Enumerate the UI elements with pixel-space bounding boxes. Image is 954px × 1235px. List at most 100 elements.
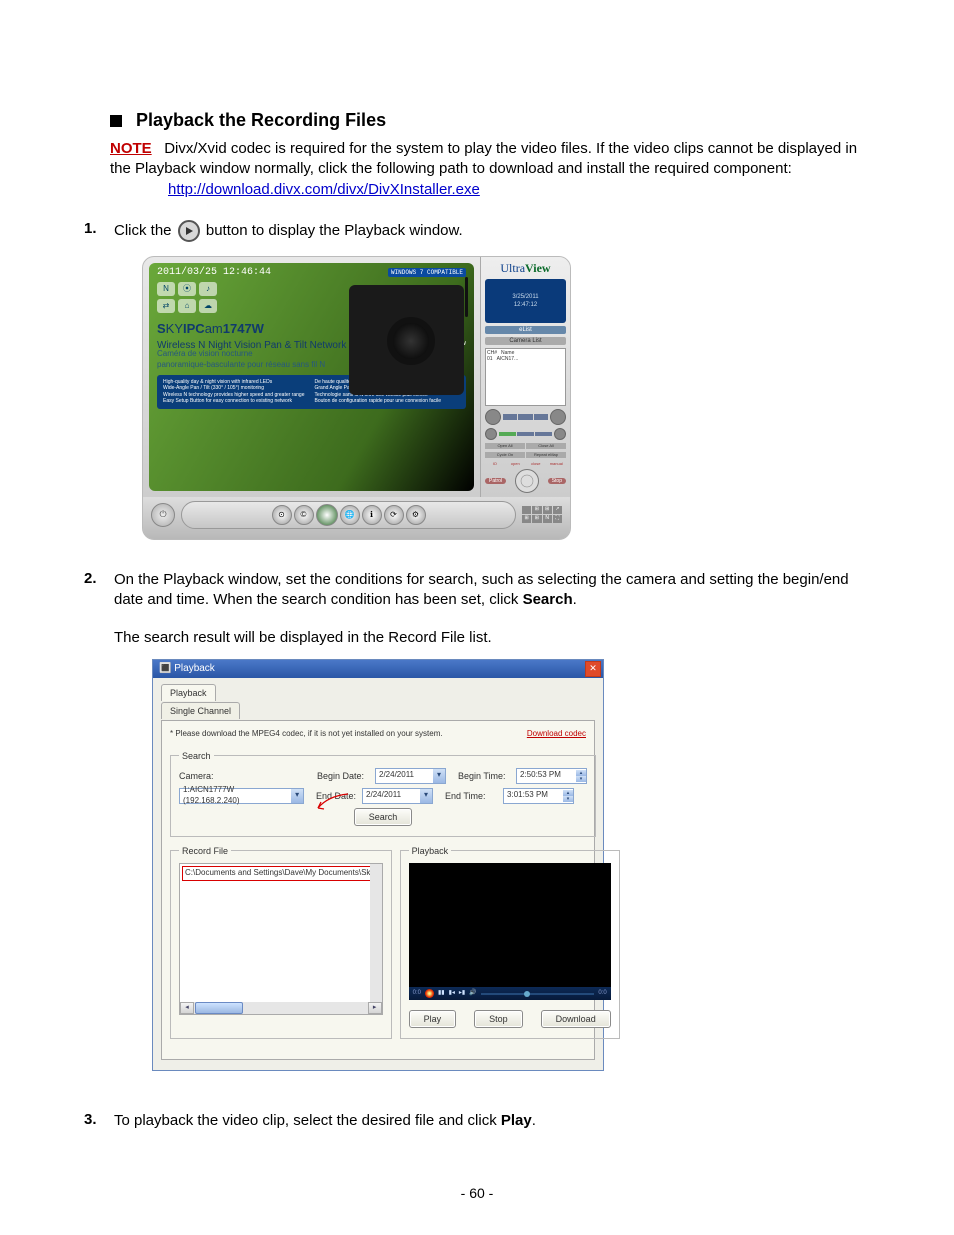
seek-track[interactable] [481,993,595,995]
step-3: 3. To playback the video clip, select th… [84,1111,874,1131]
dialog-titlebar: 🔳 Playback ✕ [153,660,603,678]
patrol-button[interactable]: Patrol [485,478,506,484]
pause-icon[interactable]: ▮▮ [438,989,445,997]
search-button[interactable]: Search [354,808,413,826]
end-time-label: End Time: [445,790,497,802]
mute-icon[interactable] [554,428,566,440]
panel-mini-buttons[interactable]: Open AllClose All [485,443,566,449]
download-codec-link[interactable]: Download codec [527,729,586,740]
bottom-toolbar: ⊙ © 🌐 ℹ ⟳ ⚙ [181,501,516,529]
chevron-down-icon: ▾ [291,789,303,803]
begin-time-spinner[interactable]: 2:50:53 PM ▴▾ [516,768,587,784]
scroll-thumb[interactable] [195,1002,243,1014]
scroll-left-icon[interactable]: ◂ [180,1002,194,1014]
camera-select[interactable]: 1:AICN1777W (192.168.2.240)▾ [179,788,304,804]
power-icon[interactable]: ⏻ [151,503,175,527]
zoom-control[interactable] [485,409,566,425]
record-file-list[interactable]: C:\Documents and Settings\Dave\My Docume… [179,863,383,1015]
step-1-text-a: Click the [114,222,176,239]
io-labels: IOopenclosemanual [485,461,566,466]
play-keyword: Play [501,1112,532,1129]
note-label: NOTE [110,140,152,157]
spin-down-icon: ▾ [563,796,573,802]
search-fieldset: Search Camera: Begin Date: [170,750,596,837]
step-2-sub: The search result will be displayed in t… [114,628,874,648]
close-icon[interactable]: ✕ [585,661,601,677]
zoom-in-icon[interactable] [550,409,566,425]
bar-time-left: 0:0 [413,989,421,997]
video-preview [409,863,611,987]
ultraview-logo: UltraView [485,261,566,276]
tab-playback[interactable]: Playback [161,684,216,701]
tab-single-channel[interactable]: Single Channel [161,702,240,719]
camera-device-image [349,285,464,395]
volume-control[interactable] [485,428,566,440]
horizontal-scrollbar[interactable]: ◂ ▸ [180,1002,382,1014]
begin-time-label: Begin Time: [458,770,510,782]
toolbar-icon[interactable]: ⟳ [384,505,404,525]
step-3-text: To playback the video clip, select the d… [114,1112,501,1129]
playback-button-icon [178,220,200,242]
search-legend: Search [179,750,214,762]
record-file-item[interactable]: C:\Documents and Settings\Dave\My Docume… [182,866,380,881]
spin-down-icon: ▾ [576,776,586,782]
playback-legend: Playback [409,845,452,857]
camera-list-table[interactable]: CH#Name 01AICN17... [485,348,566,406]
section-heading: Playback the Recording Files [110,110,874,131]
ultraview-screenshot: 2011/03/25 12:46:44 WINDOWS 7 COMPATIBLE… [142,256,571,540]
step-2-text: On the Playback window, set the conditio… [114,571,849,608]
camera-label: Camera: [179,770,231,782]
dialog-title: 🔳 Playback [159,662,215,676]
stop-button[interactable]: Stop [474,1010,523,1028]
camera-timestamp: 2011/03/25 12:46:44 [157,267,271,278]
elist-button[interactable]: eList [485,326,566,334]
camera-preview: 2011/03/25 12:46:44 WINDOWS 7 COMPATIBLE… [149,263,474,491]
page-number: - 60 - [0,1185,954,1201]
note-text: Divx/Xvid codec is required for the syst… [110,140,857,177]
bullet-square-icon [110,115,122,127]
stop-button[interactable]: Stop [548,478,566,484]
panel-mini-buttons-2[interactable]: Cycle OnRepeat eMap [485,452,566,458]
ptz-wheel-icon[interactable] [515,469,539,493]
scroll-right-icon[interactable]: ▸ [368,1002,382,1014]
download-button[interactable]: Download [541,1010,611,1028]
chevron-down-icon: ▾ [433,769,445,783]
play-icon[interactable] [316,504,338,526]
codec-message: * Please download the MPEG4 codec, if it… [170,729,443,740]
codec-download-link[interactable]: http://download.divx.com/divx/DivXInstal… [168,181,480,198]
layout-grid-icons[interactable]: ⊞⊞↗ ⊞⊞N⛶ [522,506,562,523]
toolbar-icon[interactable]: 🌐 [340,505,360,525]
begin-date-picker[interactable]: 2/24/2011▾ [375,768,446,784]
end-date-label: End Date: [316,790,356,802]
sound-icon[interactable]: 🔊 [469,989,476,997]
record-file-legend: Record File [179,845,231,857]
heading-text: Playback the Recording Files [136,110,386,131]
step-number: 1. [84,220,104,242]
speaker-icon[interactable] [485,428,497,440]
toolbar-icon[interactable]: © [294,505,314,525]
play-button[interactable]: Play [409,1010,457,1028]
step-1-text-b: button to display the Playback window. [206,222,463,239]
begin-date-label: Begin Date: [317,770,369,782]
ultraview-bottom-bar: ⏻ ⊙ © 🌐 ℹ ⟳ ⚙ ⊞⊞↗ ⊞⊞N⛶ [143,497,570,539]
end-time-spinner[interactable]: 3:01:53 PM ▴▾ [503,788,574,804]
playback-control-bar[interactable]: 0:0 ▮▮ ▮◂ ▸▮ 🔊 0:0 [409,987,611,1000]
search-keyword: Search [523,591,573,608]
next-icon[interactable]: ▸▮ [459,989,465,997]
ultraview-side-panel: UltraView 3/25/2011 12:47:12 eList Camer… [480,257,570,497]
playback-fieldset: Playback 0:0 ▮▮ ▮◂ ▸▮ 🔊 [400,845,620,1039]
toolbar-icon[interactable]: ℹ [362,505,382,525]
camera-list-button[interactable]: Camera List [485,337,566,345]
zoom-out-icon[interactable] [485,409,501,425]
prev-icon[interactable]: ▮◂ [449,989,455,997]
step-number: 2. [84,570,104,1071]
ultraview-clock: 3/25/2011 12:47:12 [485,279,566,323]
toolbar-icon[interactable]: ⊙ [272,505,292,525]
vertical-scrollbar[interactable] [370,864,382,1002]
windows-compatible-badge: WINDOWS 7 COMPATIBLE [388,268,466,277]
bar-time-right: 0:0 [598,989,606,997]
record-indicator-icon [425,989,434,998]
step-1: 1. Click the button to display the Playb… [84,220,874,242]
end-date-picker[interactable]: 2/24/2011▾ [362,788,433,804]
toolbar-icon[interactable]: ⚙ [406,505,426,525]
